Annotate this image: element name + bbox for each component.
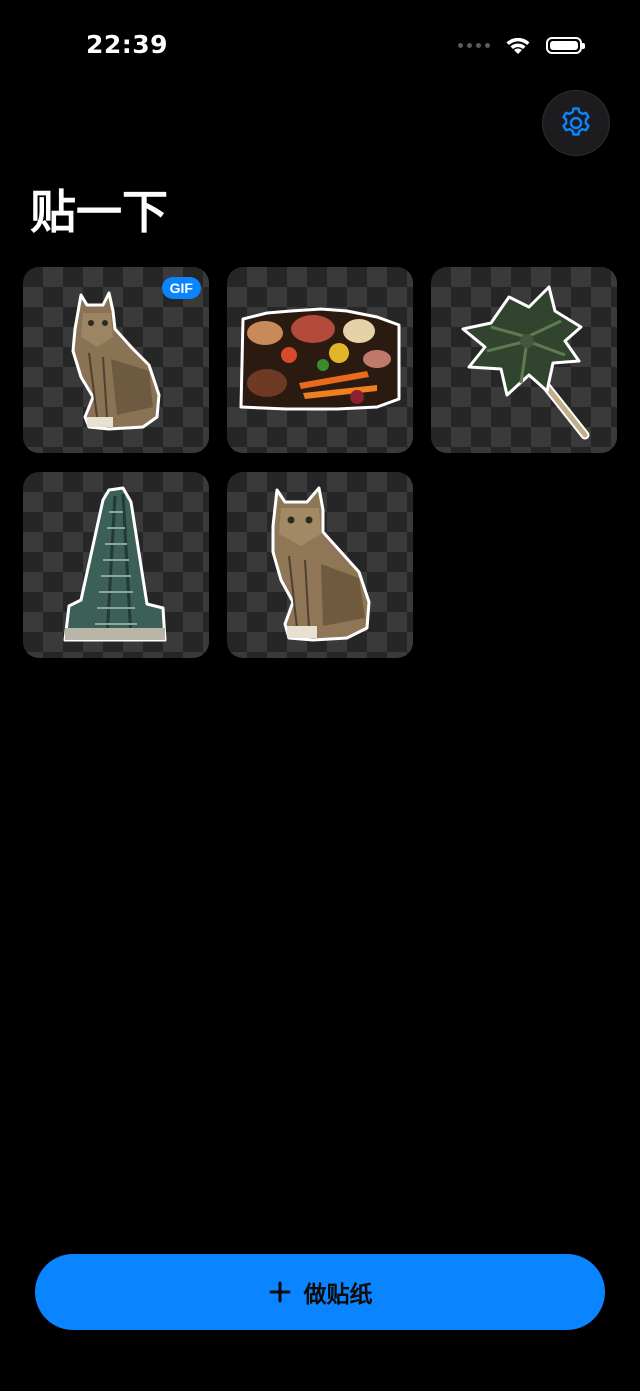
cat-sticker-image [271, 486, 371, 642]
battery-icon [546, 36, 585, 54]
wifi-icon [506, 37, 530, 54]
sticker-item-cat[interactable] [227, 472, 413, 658]
gear-icon [562, 107, 590, 136]
settings-button[interactable] [542, 90, 610, 156]
sticker-item-skyscraper[interactable] [23, 472, 209, 658]
plus-icon [269, 1281, 290, 1303]
sticker-item-cat-gif[interactable]: GIF [23, 267, 209, 453]
palm-tree-sticker-image [461, 285, 590, 440]
skyscraper-sticker-image [63, 486, 167, 642]
sticker-item-food[interactable] [227, 267, 413, 453]
gif-badge: GIF [161, 277, 201, 299]
make-sticker-label: 做贴纸 [303, 1282, 373, 1308]
food-sticker-image [239, 307, 401, 411]
page-title: 贴一下 [30, 185, 168, 239]
sticker-item-palm-tree[interactable] [431, 267, 617, 453]
battery-fill [550, 40, 578, 50]
make-sticker-button[interactable]: 做贴纸 [35, 1254, 605, 1330]
status-time: 22:39 [86, 30, 169, 59]
status-indicators [458, 34, 585, 56]
cellular-signal-icon [458, 42, 490, 48]
